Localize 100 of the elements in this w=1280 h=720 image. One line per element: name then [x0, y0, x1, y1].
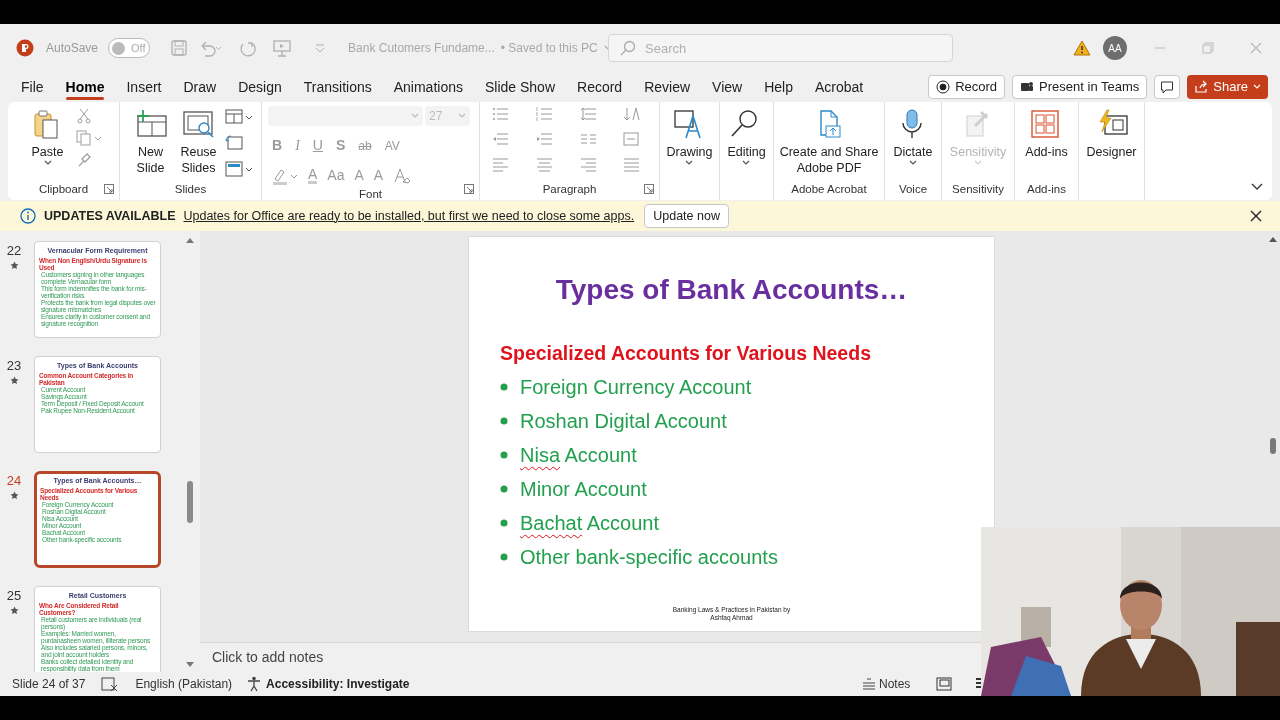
info-icon — [20, 208, 36, 224]
scrollbar-thumb[interactable] — [187, 481, 193, 523]
dialog-launcher-icon[interactable] — [104, 184, 114, 194]
slide-number: 24 — [6, 472, 22, 490]
slide-number: 23 — [6, 357, 22, 375]
ribbon-button[interactable]: Reuse Slides — [178, 104, 219, 176]
font-name-field[interactable] — [268, 106, 423, 126]
record-button[interactable]: Record — [928, 75, 1006, 99]
customize-icon[interactable] — [314, 42, 327, 54]
user-avatar[interactable]: AA — [1103, 36, 1127, 60]
slide-title: Types of Bank Accounts… — [555, 273, 908, 307]
warning-icon[interactable] — [1073, 40, 1091, 56]
scroll-up-icon[interactable] — [1268, 236, 1278, 242]
bullet-icon — [500, 553, 508, 562]
dialog-launcher-icon[interactable] — [464, 184, 474, 194]
search-field[interactable]: Search — [608, 34, 953, 62]
close-icon[interactable] — [1250, 210, 1262, 222]
update-link[interactable]: Updates for Office are ready to be installed, but first we need to close some apps. — [183, 206, 635, 226]
collapse-ribbon-icon[interactable] — [1250, 182, 1264, 192]
chevron-icon[interactable] — [685, 160, 694, 166]
reuse-slides-icon — [181, 108, 216, 140]
section-icon[interactable] — [224, 160, 253, 178]
align-text-icon[interactable] — [623, 131, 641, 147]
ribbon-tab[interactable]: View — [701, 72, 754, 102]
align-left-icon[interactable] — [492, 156, 509, 172]
scroll-up-icon[interactable] — [186, 237, 194, 243]
align-center-icon[interactable] — [535, 156, 553, 172]
transition-star-icon — [9, 260, 19, 270]
ribbon-tab[interactable]: Help — [753, 72, 804, 102]
ribbon-tab[interactable]: Home — [54, 72, 116, 102]
ribbon-button[interactable]: Create and Share Adobe PDF — [777, 104, 881, 176]
new-slide-button[interactable]: New Slide — [128, 104, 173, 176]
slide-thumbnail[interactable] — [34, 241, 161, 338]
share-icon — [1194, 80, 1209, 94]
presentation-icon[interactable] — [272, 39, 293, 57]
notes-placeholder[interactable]: Click to add notes — [212, 647, 324, 668]
language-label[interactable]: English (Pakistan) — [135, 675, 233, 693]
increase-indent-icon[interactable] — [535, 131, 553, 147]
scrollbar-thumb[interactable] — [1270, 438, 1276, 454]
slide-thumbnail[interactable] — [34, 586, 161, 672]
text-direction-icon[interactable] — [623, 106, 641, 122]
ribbon-tab[interactable]: Review — [633, 72, 702, 102]
share-button[interactable]: Share — [1187, 75, 1268, 99]
restore-icon[interactable] — [1201, 41, 1215, 55]
accessibility-button[interactable]: Accessibility: Investigate — [246, 675, 410, 693]
ribbon-tab[interactable]: Design — [227, 72, 293, 102]
group-label: Clipboard — [38, 181, 89, 197]
save-icon[interactable] — [170, 39, 189, 57]
ribbon-button[interactable]: Dictate — [893, 104, 933, 166]
ribbon-button[interactable]: Editing — [727, 104, 766, 166]
slide-sorter-icon[interactable] — [975, 677, 981, 691]
comments-button[interactable] — [1154, 75, 1181, 99]
bullet-icon — [500, 417, 508, 426]
autosave-label: AutoSave — [46, 40, 99, 57]
ribbon-tab[interactable]: Acrobat — [803, 72, 875, 102]
ribbon-button[interactable]: Paste — [25, 104, 70, 166]
normal-view-icon[interactable] — [936, 677, 952, 691]
align-right-icon[interactable] — [579, 156, 597, 172]
ribbon-tab[interactable]: Transitions — [292, 72, 383, 102]
chevron-icon[interactable] — [909, 160, 917, 166]
group-label: Add-ins — [1027, 181, 1066, 197]
chevron-icon[interactable] — [43, 160, 52, 166]
slide-number: 25 — [6, 587, 22, 605]
justify-icon[interactable] — [623, 156, 641, 172]
ribbon-button[interactable]: Drawing — [666, 104, 713, 166]
notes-button[interactable]: Notes — [862, 675, 911, 693]
columns-icon[interactable] — [579, 131, 597, 147]
decrease-indent-icon[interactable] — [492, 131, 509, 147]
scroll-down-icon[interactable] — [186, 662, 194, 668]
bullet-text: Foreign Currency Account — [520, 375, 752, 401]
teams-icon — [1020, 80, 1035, 94]
line-spacing-icon[interactable] — [579, 106, 597, 122]
numbering-icon[interactable] — [535, 106, 553, 122]
slide-number: 22 — [6, 242, 22, 260]
transition-star-icon — [9, 375, 19, 385]
scissors-icon[interactable] — [75, 108, 92, 124]
present-in-teams-button[interactable]: Present in Teams — [1012, 75, 1148, 99]
chevron-icon[interactable] — [742, 160, 751, 166]
ribbon-tab[interactable]: Record — [566, 72, 634, 102]
bullet-text: Other bank-specific accounts — [520, 545, 778, 571]
slide-counter: Slide 24 of 37 — [12, 676, 86, 693]
dialog-launcher-icon[interactable] — [644, 184, 654, 194]
ribbon-tab[interactable]: Animations — [382, 72, 474, 102]
save-status: • Saved to this PC — [500, 40, 598, 57]
update-now-button[interactable]: Update now — [644, 204, 729, 228]
ribbon-tab[interactable]: Insert — [115, 72, 173, 102]
redo-icon[interactable] — [238, 39, 259, 57]
bullets-icon[interactable] — [492, 106, 509, 122]
ribbon-tab[interactable]: Draw — [172, 72, 228, 102]
spelling-icon[interactable] — [101, 676, 120, 692]
ribbon-tab[interactable]: Slide Show — [473, 72, 566, 102]
transition-star-icon — [9, 605, 19, 615]
layout-icon[interactable] — [224, 108, 253, 126]
bullet-icon — [500, 451, 508, 460]
ribbon-button[interactable]: Designer — [1086, 104, 1137, 160]
ribbon-button[interactable]: Add-ins — [1025, 104, 1068, 160]
clear-formatting-icon[interactable] — [393, 166, 412, 185]
ribbon-tab[interactable]: File — [10, 72, 55, 102]
copy-icon[interactable] — [75, 130, 102, 146]
search-icon — [620, 40, 636, 56]
